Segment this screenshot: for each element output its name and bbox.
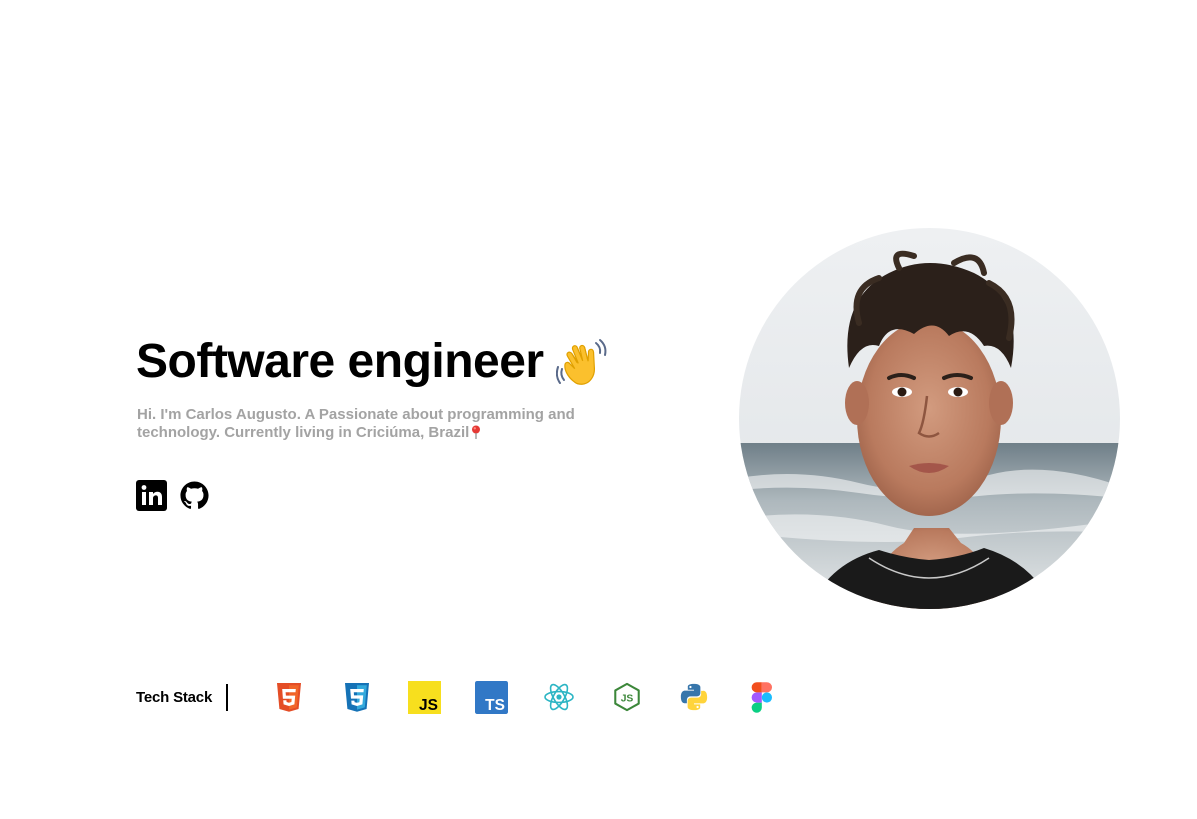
svg-text:JS: JS [620, 694, 633, 705]
tech-stack-label: Tech Stack [136, 688, 213, 706]
headline: Software engineer [136, 330, 696, 394]
nodejs-icon: JS [610, 680, 644, 714]
linkedin-icon [136, 480, 167, 515]
waving-hand-icon [555, 335, 610, 389]
github-icon [179, 481, 210, 515]
avatar-photo [739, 228, 1120, 609]
round-pushpin-icon [471, 425, 481, 439]
javascript-icon: JS [407, 680, 441, 714]
linkedin-link[interactable] [136, 480, 167, 511]
typescript-icon: TS [475, 680, 509, 714]
css3-icon [340, 680, 374, 714]
page: Software engineer Hi. I'm Carlos Augusto… [0, 0, 1197, 819]
tech-stack: Tech Stack JS TS JS [136, 680, 812, 714]
avatar [739, 228, 1120, 609]
social-links [136, 480, 696, 511]
python-icon [677, 680, 711, 714]
github-link[interactable] [179, 480, 210, 511]
react-icon [542, 680, 576, 714]
figma-icon [745, 680, 779, 714]
page-title: Software engineer [136, 335, 544, 388]
bio-label: Hi. I'm Carlos Augusto. A Passionate abo… [137, 406, 575, 441]
hero-section: Software engineer Hi. I'm Carlos Augusto… [136, 330, 696, 511]
tech-stack-divider [226, 683, 229, 711]
tech-stack-icons: JS TS JS [272, 680, 812, 714]
bio-text: Hi. I'm Carlos Augusto. A Passionate abo… [137, 406, 597, 442]
html5-icon [272, 680, 306, 714]
svg-text:JS: JS [419, 696, 438, 713]
svg-text:TS: TS [485, 696, 505, 713]
